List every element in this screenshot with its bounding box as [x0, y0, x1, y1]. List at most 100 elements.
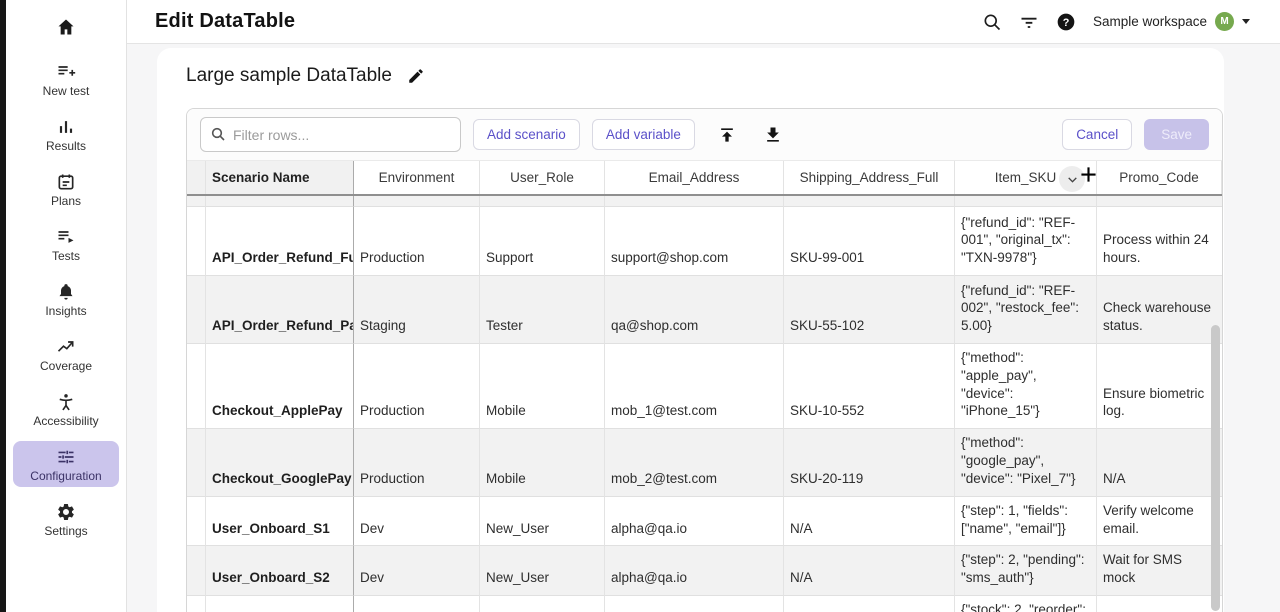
cell-note[interactable]: N/A — [1097, 429, 1222, 496]
column-header-promo[interactable]: Promo_Code — [1097, 161, 1222, 194]
cell-environment[interactable]: Staging — [354, 596, 480, 612]
cell-sku[interactable]: N/A — [784, 497, 955, 547]
sidebar-item-accessibility[interactable]: Accessibility — [13, 386, 119, 432]
sidebar-item-insights[interactable]: Insights — [13, 276, 119, 322]
help-icon[interactable]: ? — [1056, 12, 1076, 32]
row-gutter-cell[interactable] — [187, 207, 206, 276]
row-gutter-cell[interactable] — [187, 196, 206, 207]
cell-email[interactable]: cc_fail@test.com — [605, 196, 784, 207]
sidebar-item-home[interactable] — [56, 12, 77, 42]
cell-user_role[interactable]: New_User — [480, 546, 605, 596]
cell-sku[interactable]: SKU-LOW-10 — [784, 596, 955, 612]
workspace-menu[interactable]: Sample workspace M — [1093, 12, 1250, 31]
sidebar-item-label: Insights — [45, 304, 86, 318]
filter-rows-input[interactable] — [200, 117, 461, 152]
cell-sku[interactable]: SKU-10-552 — [784, 344, 955, 429]
cell-scenario[interactable]: Checkout_GooglePay — [206, 429, 354, 496]
sidebar-item-label: Settings — [44, 524, 87, 538]
cell-user_role[interactable]: Tester — [480, 276, 605, 344]
sidebar-item-coverage[interactable]: Coverage — [13, 331, 119, 377]
cell-note[interactable]: Process within 24 hours. — [1097, 207, 1222, 276]
cell-payload[interactable]: {"refund_id": "REF-002", "restock_fee": … — [955, 276, 1097, 344]
settings-icon — [56, 501, 77, 522]
configuration-icon — [56, 446, 77, 467]
cell-environment[interactable]: Dev — [354, 497, 480, 547]
sidebar-item-results[interactable]: Results — [13, 111, 119, 157]
cell-email[interactable]: mob_2@test.com — [605, 429, 784, 496]
cell-environment[interactable]: Staging — [354, 196, 480, 207]
cell-user_role[interactable]: Mobile — [480, 429, 605, 496]
cell-email[interactable]: support@shop.com — [605, 207, 784, 276]
row-gutter-cell[interactable] — [187, 344, 206, 429]
cell-email[interactable]: qa@shop.com — [605, 276, 784, 344]
cell-scenario[interactable]: User_Onboard_S2 — [206, 546, 354, 596]
cell-environment[interactable]: Production — [354, 429, 480, 496]
cell-payload[interactable]: {"method": "google_pay", "device": "Pixe… — [955, 429, 1097, 496]
add-variable-button[interactable]: Add variable — [592, 119, 695, 150]
cell-sku[interactable]: SKU-99-001 — [784, 207, 955, 276]
cell-user_role[interactable]: Mobile — [480, 344, 605, 429]
column-header-env[interactable]: Environment — [354, 161, 480, 194]
column-header-role[interactable]: User_Role — [480, 161, 605, 194]
sidebar-item-new-test[interactable]: New test — [13, 56, 119, 102]
cell-scenario[interactable]: Checkout_ApplePay — [206, 344, 354, 429]
cell-environment[interactable]: Production — [354, 344, 480, 429]
save-button[interactable]: Save — [1144, 119, 1209, 150]
cell-payload[interactable]: "visa_declined"} — [955, 196, 1097, 207]
header-gutter-cell — [187, 161, 206, 194]
column-header-scenario[interactable]: Scenario Name — [206, 161, 354, 194]
cell-email[interactable]: wh_1@shop.com — [605, 596, 784, 612]
column-header-ship[interactable]: Shipping_Address_Full — [784, 161, 955, 194]
row-gutter-cell[interactable] — [187, 497, 206, 547]
cell-environment[interactable]: Production — [354, 207, 480, 276]
cell-payload[interactable]: {"method": "apple_pay", "device": "iPhon… — [955, 344, 1097, 429]
sidebar-item-tests[interactable]: Tests — [13, 221, 119, 267]
cell-scenario[interactable]: API_Order_Refund_Part — [206, 276, 354, 344]
cell-note[interactable]: Verify welcome email. — [1097, 497, 1222, 547]
cell-sku[interactable]: SKU-55-102 — [784, 276, 955, 344]
cell-note[interactable]: error. — [1097, 196, 1222, 207]
edit-title-pencil-icon[interactable] — [407, 67, 425, 85]
cell-scenario[interactable]: API_Order_Refund_Full — [206, 207, 354, 276]
row-gutter-cell[interactable] — [187, 596, 206, 612]
cell-sku[interactable]: SKU-80-224 — [784, 196, 955, 207]
cell-payload[interactable]: {"step": 1, "fields": ["name", "email"]} — [955, 497, 1097, 547]
cell-payload[interactable]: {"refund_id": "REF-001", "original_tx": … — [955, 207, 1097, 276]
cell-environment[interactable]: Dev — [354, 546, 480, 596]
sidebar-item-settings[interactable]: Settings — [13, 496, 119, 542]
upload-icon[interactable] — [717, 125, 737, 145]
table-row: Checkout_Error_CCStagingRegisteredcc_fai… — [187, 196, 1222, 207]
download-icon[interactable] — [763, 125, 783, 145]
row-gutter-cell[interactable] — [187, 429, 206, 496]
plans-icon — [56, 171, 77, 192]
cell-user_role[interactable]: Support — [480, 207, 605, 276]
row-gutter-cell[interactable] — [187, 276, 206, 344]
cell-scenario[interactable]: Checkout_Error_CC — [206, 196, 354, 207]
cell-environment[interactable]: Staging — [354, 276, 480, 344]
cell-sku[interactable]: SKU-20-119 — [784, 429, 955, 496]
search-icon[interactable] — [982, 12, 1002, 32]
vertical-scrollbar[interactable] — [1211, 325, 1220, 611]
cancel-button[interactable]: Cancel — [1062, 119, 1132, 150]
cell-user_role[interactable]: Warehouse — [480, 596, 605, 612]
cell-email[interactable]: alpha@qa.io — [605, 497, 784, 547]
cell-scenario[interactable]: Stock_Update_Low — [206, 596, 354, 612]
cell-email[interactable]: mob_1@test.com — [605, 344, 784, 429]
row-gutter-cell[interactable] — [187, 546, 206, 596]
filter-icon[interactable] — [1019, 12, 1039, 32]
cell-note[interactable]: Wait for SMS mock — [1097, 546, 1222, 596]
cell-scenario[interactable]: User_Onboard_S1 — [206, 497, 354, 547]
cell-email[interactable]: alpha@qa.io — [605, 546, 784, 596]
cell-sku[interactable]: N/A — [784, 546, 955, 596]
cell-payload[interactable]: {"step": 2, "pending": "sms_auth"} — [955, 546, 1097, 596]
cell-note[interactable]: Check warehouse status. — [1097, 276, 1222, 344]
column-header-email[interactable]: Email_Address — [605, 161, 784, 194]
cell-note[interactable]: Ensure biometric log. — [1097, 344, 1222, 429]
sidebar-item-plans[interactable]: Plans — [13, 166, 119, 212]
cell-user_role[interactable]: New_User — [480, 497, 605, 547]
cell-payload[interactable]: {"stock": 2, "reorder": true} — [955, 596, 1097, 612]
add-scenario-button[interactable]: Add scenario — [473, 119, 580, 150]
cell-user_role[interactable]: Registered — [480, 196, 605, 207]
sidebar-item-configuration[interactable]: Configuration — [13, 441, 119, 487]
cell-note[interactable]: High priority alert. — [1097, 596, 1222, 612]
